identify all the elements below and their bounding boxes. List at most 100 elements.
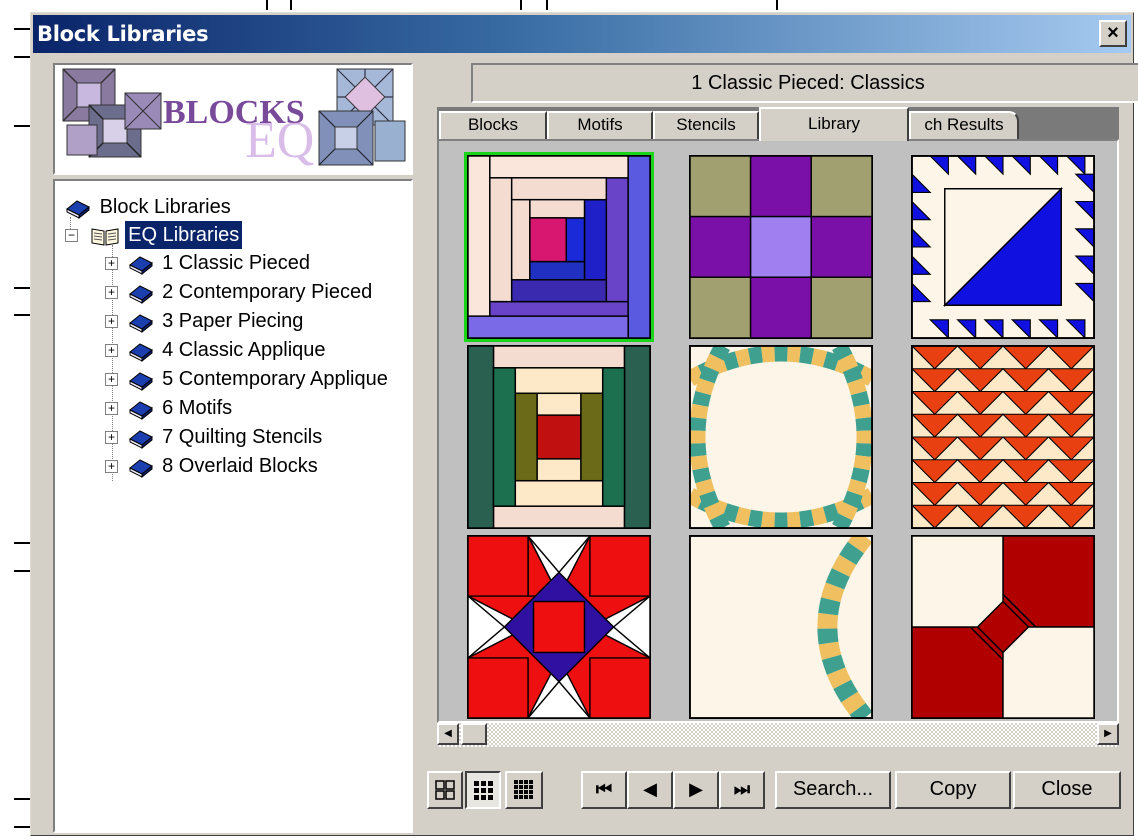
block-tile[interactable] [911,345,1095,529]
tab-strip: Blocks Motifs Stencils Library ch Result… [437,107,1119,141]
tree-item[interactable]: + 5 Contemporary Applique [105,365,391,393]
close-button[interactable]: Close [1013,771,1121,809]
tree-item-label: 2 Contemporary Pieced [162,281,373,303]
book-icon [128,343,153,362]
background-line [520,0,522,10]
block-tile[interactable] [464,152,654,342]
block-tile[interactable] [467,345,651,529]
medium-grid-icon [474,781,493,800]
tree-item[interactable]: + 2 Contemporary Pieced [105,278,375,306]
book-icon [128,459,153,478]
previous-page-button[interactable]: ◀ [627,771,673,809]
tree-item-label: 3 Paper Piecing [162,310,304,332]
tree-item-label: 5 Contemporary Applique [162,368,388,390]
background-line [546,0,548,10]
tree-item-label: 8 Overlaid Blocks [162,455,318,477]
collapse-icon[interactable]: − [65,229,78,243]
first-page-button[interactable]: ⏮ [581,771,627,809]
block-tile[interactable] [689,155,873,339]
first-icon: ⏮ [595,779,613,799]
background-line [290,0,292,10]
tree-item-label: 4 Classic Applique [162,339,326,361]
copy-button[interactable]: Copy [895,771,1011,809]
tree-item[interactable]: + 6 Motifs [105,394,235,422]
book-icon [128,285,153,304]
log-cabin-green-block [468,346,650,528]
book-icon [128,372,153,391]
horizontal-scrollbar[interactable]: ◀ ▶ [437,723,1119,747]
expand-icon[interactable]: + [105,315,118,329]
background-line [776,0,778,10]
tree-item[interactable]: + 1 Classic Pieced [105,249,313,277]
block-tile[interactable] [467,535,651,719]
tree-root-label: Block Libraries [99,196,231,218]
last-page-button[interactable]: ⏭ [719,771,765,809]
sawtooth-triangle-blue-block [912,156,1094,338]
tree-item[interactable]: + 7 Quilting Stencils [105,423,325,451]
nine-patch-purple-block [690,156,872,338]
expand-icon[interactable]: + [105,286,118,300]
small-grid-icon [514,780,533,799]
tab-library[interactable]: Library [759,107,909,141]
library-tree[interactable]: Block Libraries − EQ Libraries + 1 Class… [53,179,413,833]
background-line [14,826,30,828]
background-line [14,125,30,127]
tab-blocks[interactable]: Blocks [439,111,547,139]
tree-node-eq-libraries[interactable]: − EQ Libraries [65,220,244,250]
block-thumbnail-grid[interactable] [437,139,1119,723]
title-bar[interactable]: Block Libraries × [33,15,1131,53]
next-page-button[interactable]: ▶ [673,771,719,809]
tree-item[interactable]: + 3 Paper Piecing [105,307,306,335]
logo-letters: EQ [245,112,314,169]
block-tile[interactable] [689,345,873,529]
next-icon: ▶ [689,779,703,799]
background-line [14,542,30,544]
expand-icon[interactable]: + [105,373,118,387]
ohio-star-red-block [468,536,650,718]
view-small-grid-button[interactable] [505,771,543,809]
background-line [266,0,268,10]
scroll-left-icon[interactable]: ◀ [437,723,459,745]
tab-motifs[interactable]: Motifs [547,111,653,139]
search-button[interactable]: Search... [775,771,891,809]
expand-icon[interactable]: + [105,460,118,474]
expand-icon[interactable]: + [105,344,118,358]
large-grid-icon [435,780,455,800]
tree-node-label: EQ Libraries [124,220,244,250]
scroll-thumb[interactable] [461,723,487,745]
book-icon [128,314,153,333]
red-corner-block [912,536,1094,718]
book-icon [128,401,153,420]
window-title: Block Libraries [37,22,209,46]
expand-icon[interactable]: + [105,431,118,445]
expand-icon[interactable]: + [105,402,118,416]
tab-stencils[interactable]: Stencils [653,111,759,139]
tree-item-label: 1 Classic Pieced [162,252,310,274]
background-line [14,287,30,289]
logo-graphic: BLOCKS EQ [55,65,411,173]
flying-geese-orange-block [912,346,1094,528]
tree-item-label: 6 Motifs [162,397,233,419]
book-icon [128,430,153,449]
block-tile[interactable] [689,535,873,719]
view-large-grid-button[interactable] [427,771,463,809]
open-book-icon [91,228,119,246]
view-medium-grid-button[interactable] [465,771,501,809]
scroll-right-icon[interactable]: ▶ [1097,723,1119,745]
tree-item-label: 7 Quilting Stencils [162,426,323,448]
expand-icon[interactable]: + [105,257,118,271]
background-line [14,314,30,316]
tree-item[interactable]: + 8 Overlaid Blocks [105,452,321,480]
tree-item[interactable]: + 4 Classic Applique [105,336,329,364]
close-icon[interactable]: × [1099,20,1127,47]
last-icon: ⏭ [733,779,751,799]
background-line [14,56,30,58]
tree-root[interactable]: Block Libraries [65,193,234,221]
double-wedding-ring-block [690,346,872,528]
background-line [14,798,30,800]
book-icon [128,256,153,275]
tab-search-results[interactable]: ch Results [909,111,1019,139]
block-tile[interactable] [911,535,1095,719]
background-line [14,570,30,572]
block-tile[interactable] [911,155,1095,339]
